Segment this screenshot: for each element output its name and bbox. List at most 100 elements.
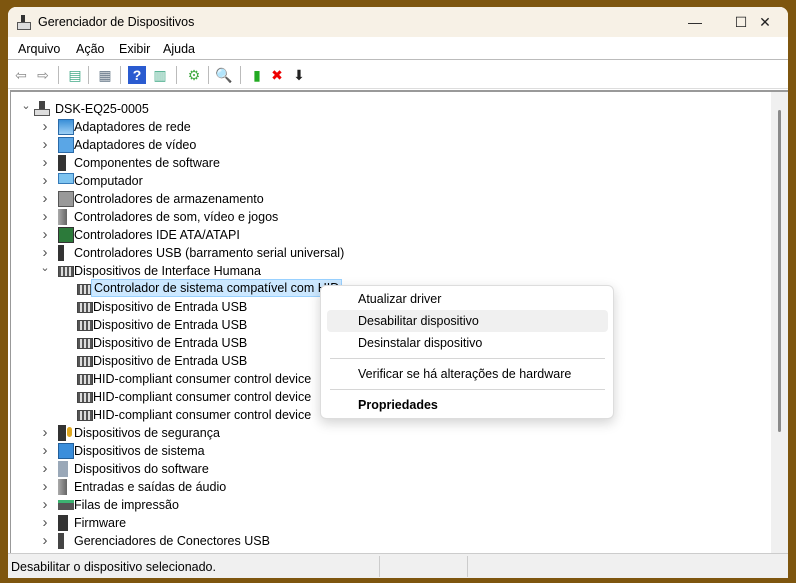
show-hide-console-tree-icon[interactable]: ▤: [66, 66, 84, 84]
tree-item-label[interactable]: Dispositivos de sistema: [74, 442, 205, 460]
expand-chevron-icon[interactable]: ›: [40, 136, 50, 154]
ide-device-icon: [58, 227, 74, 243]
minimize-button[interactable]: —: [672, 7, 718, 37]
expand-chevron-icon[interactable]: ›: [40, 424, 50, 442]
category-item[interactable]: › Filas de impressão: [11, 496, 771, 514]
menu-item-update-driver[interactable]: Atualizar driver: [327, 288, 608, 310]
scrollbar-thumb[interactable]: [778, 110, 781, 432]
close-button[interactable]: ✕: [742, 7, 788, 37]
tree-item-label[interactable]: Controlador de sistema compatível com HI…: [91, 279, 343, 297]
expand-chevron-icon[interactable]: ›: [40, 118, 50, 136]
expand-chevron-icon[interactable]: ›: [40, 496, 50, 514]
menu-arquivo[interactable]: Arquivo: [18, 42, 60, 56]
title-bar: Gerenciador de Dispositivos — ☐ ✕: [8, 7, 788, 37]
tree-item-label[interactable]: Dispositivos de Interface Humana: [74, 262, 261, 280]
help-icon[interactable]: ?: [128, 66, 146, 84]
disable-device-icon[interactable]: ⬇: [290, 66, 308, 84]
tree-item-label[interactable]: Computador: [74, 172, 143, 190]
tree-item-label[interactable]: DSK-EQ25-0005: [55, 100, 149, 118]
category-item[interactable]: ⌄ Dispositivos de Interface Humana: [11, 262, 771, 280]
category-item[interactable]: › Componentes de software: [11, 154, 771, 172]
fw-device-icon: [58, 515, 68, 531]
net-device-icon: [58, 119, 74, 135]
collapse-chevron-icon[interactable]: ⌄: [40, 259, 50, 277]
category-item[interactable]: › Adaptadores de vídeo: [11, 136, 771, 154]
category-item[interactable]: › Gerenciadores de Conectores USB: [11, 532, 771, 550]
menu-item-uninstall-device[interactable]: Desinstalar dispositivo: [327, 332, 608, 354]
tree-item-label[interactable]: Controladores USB (barramento serial uni…: [74, 244, 344, 262]
menu-item-scan-hardware[interactable]: Verificar se há alterações de hardware: [327, 363, 608, 385]
collapse-chevron-icon[interactable]: ⌄: [21, 97, 31, 115]
menu-bar: Arquivo Ação Exibir Ajuda: [8, 37, 788, 60]
tree-item-label[interactable]: Dispositivo de Entrada USB: [93, 334, 247, 352]
tree-item-label[interactable]: Dispositivo de Entrada USB: [93, 352, 247, 370]
category-item[interactable]: › Controladores de som, vídeo e jogos: [11, 208, 771, 226]
menu-item-disable-device[interactable]: Desabilitar dispositivo: [327, 310, 608, 332]
tree-item-label[interactable]: Gerenciadores de Conectores USB: [74, 532, 270, 550]
category-item[interactable]: › Adaptadores de rede: [11, 118, 771, 136]
tree-item-label[interactable]: Controladores IDE ATA/ATAPI: [74, 226, 240, 244]
menu-ajuda[interactable]: Ajuda: [163, 42, 195, 56]
tree-item-label[interactable]: Dispositivo de Entrada USB: [93, 298, 247, 316]
category-item[interactable]: › Dispositivos de segurança: [11, 424, 771, 442]
back-arrow-icon[interactable]: ⇦: [12, 66, 30, 84]
snd-device-icon: [58, 209, 67, 225]
hid-device-icon: [77, 338, 93, 349]
toolbar-separator: [176, 66, 177, 84]
expand-chevron-icon[interactable]: ›: [40, 442, 50, 460]
category-item[interactable]: › Controladores de armazenamento: [11, 190, 771, 208]
toolbar-separator: [120, 66, 121, 84]
tree-item-label[interactable]: Firmware: [74, 514, 126, 532]
expand-chevron-icon[interactable]: ›: [40, 172, 50, 190]
menu-separator: [330, 358, 605, 359]
tree-root[interactable]: ⌄ DSK-EQ25-0005: [11, 100, 771, 118]
hid-device-icon: [77, 302, 93, 313]
add-driver-icon[interactable]: ▮: [248, 66, 266, 84]
tree-item-label[interactable]: HID-compliant consumer control device: [93, 406, 311, 424]
properties-icon[interactable]: ▦: [96, 66, 114, 84]
uninstall-icon[interactable]: ✖: [268, 66, 286, 84]
update-driver-icon[interactable]: ⚙: [185, 66, 203, 84]
expand-chevron-icon[interactable]: ›: [40, 226, 50, 244]
tree-item-label[interactable]: Adaptadores de rede: [74, 118, 191, 136]
root-device-icon: [34, 101, 50, 116]
expand-chevron-icon[interactable]: ›: [40, 208, 50, 226]
toolbar-separator: [58, 66, 59, 84]
vertical-scrollbar[interactable]: [771, 92, 788, 553]
usbc-device-icon: [58, 533, 64, 549]
tree-item-label[interactable]: Dispositivo de Entrada USB: [93, 316, 247, 334]
menu-exibir[interactable]: Exibir: [119, 42, 150, 56]
expand-chevron-icon[interactable]: ›: [40, 190, 50, 208]
tree-item-label[interactable]: Dispositivos do software: [74, 460, 209, 478]
action-pane-icon[interactable]: ▥: [151, 66, 169, 84]
category-item[interactable]: › Controladores USB (barramento serial un…: [11, 244, 771, 262]
category-item[interactable]: › Computador: [11, 172, 771, 190]
category-item[interactable]: › Dispositivos de sistema: [11, 442, 771, 460]
toolbar-separator: [88, 66, 89, 84]
category-item[interactable]: › Controladores IDE ATA/ATAPI: [11, 226, 771, 244]
tree-item-label[interactable]: Dispositivos de segurança: [74, 424, 220, 442]
menu-item-properties[interactable]: Propriedades: [327, 394, 608, 416]
context-menu: Atualizar driver Desabilitar dispositivo…: [320, 285, 614, 419]
scan-hardware-icon[interactable]: 🔍: [215, 66, 233, 84]
category-item[interactable]: › Entradas e saídas de áudio: [11, 478, 771, 496]
tree-item-label[interactable]: Entradas e saídas de áudio: [74, 478, 226, 496]
expand-chevron-icon[interactable]: ›: [40, 460, 50, 478]
menu-acao[interactable]: Ação: [76, 42, 105, 56]
tree-item-label[interactable]: Componentes de software: [74, 154, 220, 172]
forward-arrow-icon[interactable]: ⇨: [34, 66, 52, 84]
expand-chevron-icon[interactable]: ›: [40, 514, 50, 532]
expand-chevron-icon[interactable]: ›: [40, 532, 50, 550]
expand-chevron-icon[interactable]: ›: [40, 154, 50, 172]
tree-item-label[interactable]: HID-compliant consumer control device: [93, 388, 311, 406]
tree-item-label[interactable]: HID-compliant consumer control device: [93, 370, 311, 388]
expand-chevron-icon[interactable]: ›: [40, 478, 50, 496]
device-manager-icon: [17, 15, 31, 30]
category-item[interactable]: › Firmware: [11, 514, 771, 532]
tree-item-label[interactable]: Controladores de som, vídeo e jogos: [74, 208, 278, 226]
tree-item-label[interactable]: Controladores de armazenamento: [74, 190, 264, 208]
category-item[interactable]: › Dispositivos do software: [11, 460, 771, 478]
tree-item-label[interactable]: Filas de impressão: [74, 496, 179, 514]
menu-separator: [330, 389, 605, 390]
tree-item-label[interactable]: Adaptadores de vídeo: [74, 136, 196, 154]
